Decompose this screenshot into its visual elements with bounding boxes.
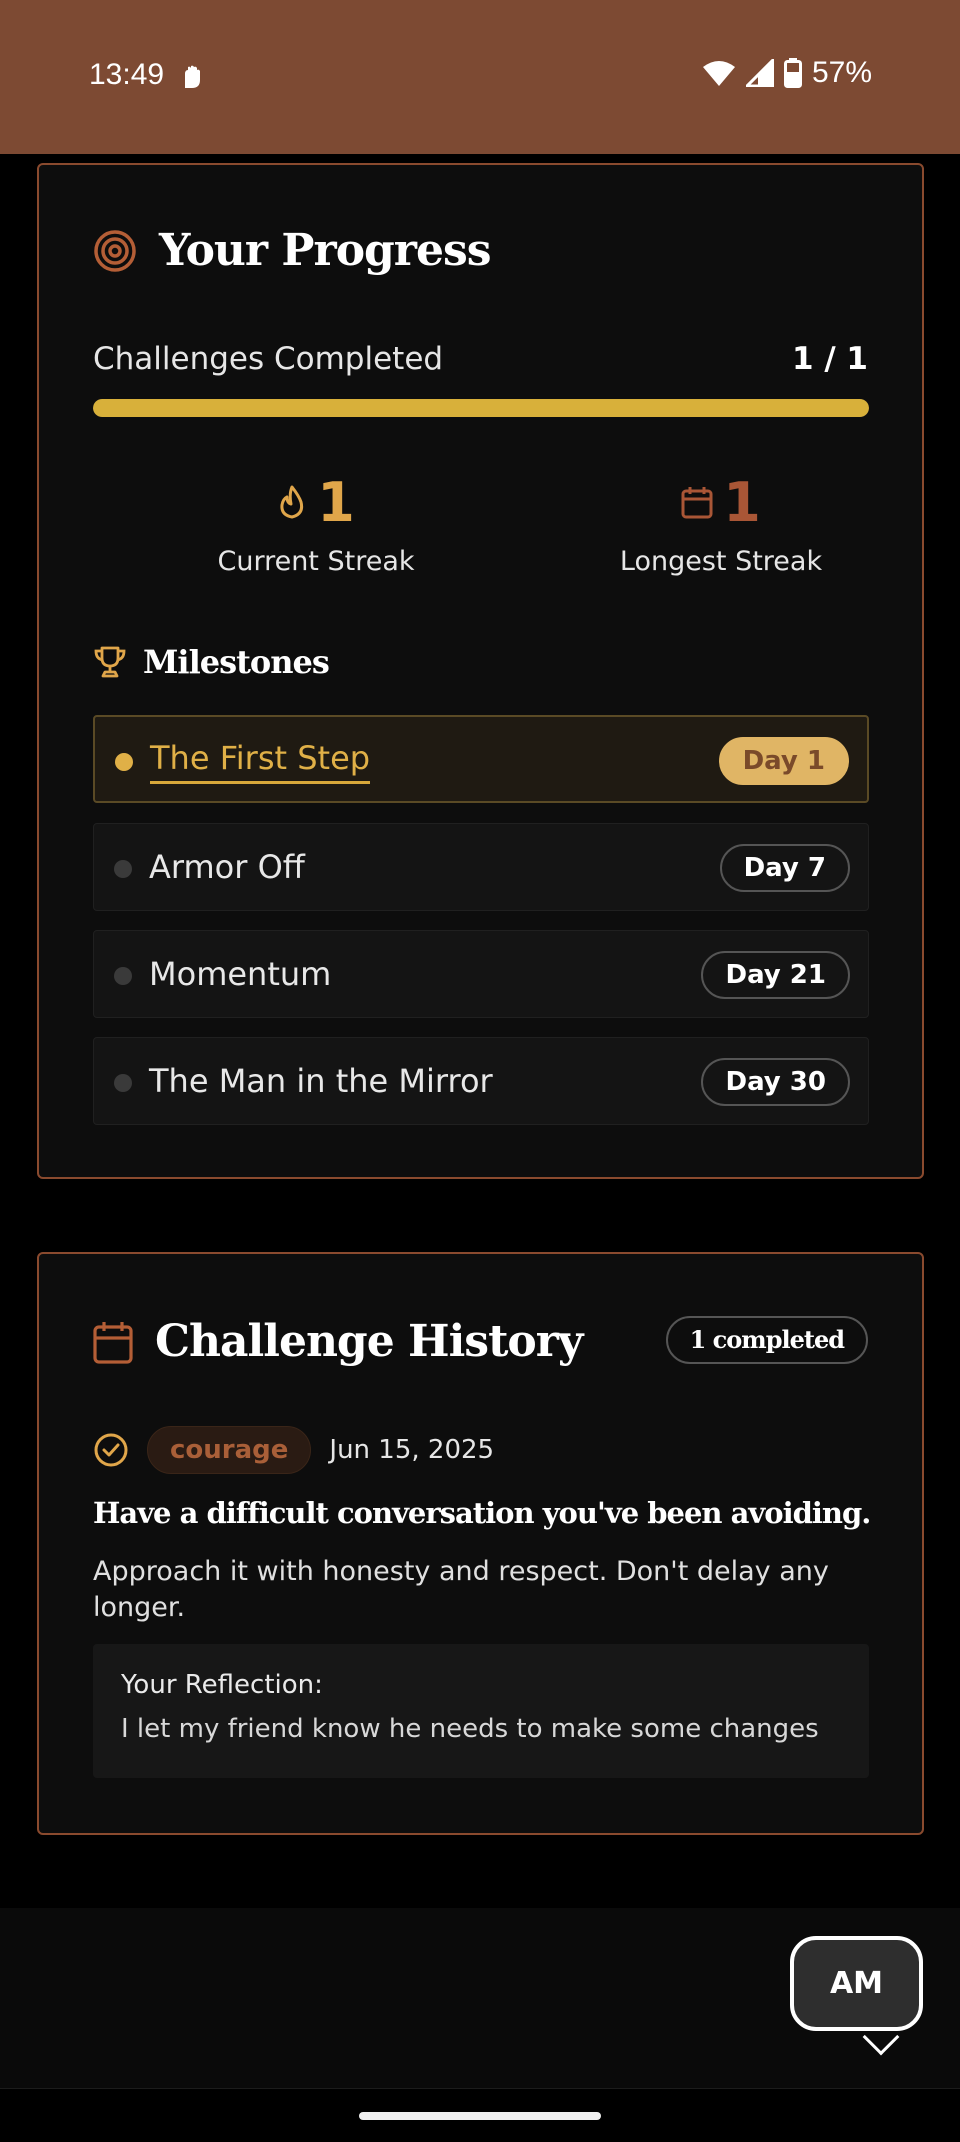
milestones-title: Milestones <box>143 643 330 681</box>
milestone-label: The First Step <box>150 739 371 784</box>
cellular-signal-icon <box>745 59 774 87</box>
home-indicator[interactable] <box>359 2112 601 2120</box>
longest-streak-label: Longest Streak <box>619 546 823 577</box>
avatar-button[interactable]: AM <box>790 1936 923 2031</box>
wifi-icon <box>702 61 735 86</box>
challenges-completed-label: Challenges Completed <box>93 341 444 377</box>
milestone-status-dot <box>114 860 132 878</box>
notification-icon <box>185 65 200 88</box>
longest-streak: 1 Longest Streak <box>571 470 871 578</box>
longest-streak-value: 1 <box>723 470 761 534</box>
status-time: 13:49 <box>89 58 165 91</box>
history-title: Challenge History <box>155 1316 583 1367</box>
milestone-item[interactable]: The Man in the Mirror Day 30 <box>93 1037 869 1125</box>
milestone-label: Armor Off <box>149 848 305 886</box>
completed-count-badge: 1 completed <box>665 1316 868 1364</box>
milestone-label: The Man in the Mirror <box>149 1062 493 1100</box>
battery-icon <box>783 58 802 88</box>
milestone-day-badge: Day 7 <box>719 844 850 892</box>
reflection-box: Your Reflection: I let my friend know he… <box>93 1644 869 1778</box>
history-header: Challenge History <box>93 1316 583 1367</box>
milestone-day-badge: Day 30 <box>701 1058 850 1106</box>
progress-header: Your Progress <box>93 225 492 276</box>
milestone-status-dot <box>114 967 132 985</box>
milestone-label: Momentum <box>149 955 332 993</box>
milestone-day-badge: Day 21 <box>701 951 850 999</box>
history-item-date: Jun 15, 2025 <box>329 1435 495 1465</box>
status-indicators: 57% <box>702 56 872 90</box>
progress-title: Your Progress <box>159 225 492 276</box>
current-streak: 1 Current Streak <box>166 470 466 578</box>
milestones-header: Milestones <box>93 643 330 681</box>
challenges-progress-bar <box>93 399 869 417</box>
milestone-item[interactable]: Armor Off Day 7 <box>93 823 869 911</box>
reflection-text: I let my friend know he needs to make so… <box>121 1714 819 1744</box>
milestone-item[interactable]: The First Step Day 1 <box>93 715 869 803</box>
progress-card: Your Progress Challenges Completed 1 / 1… <box>37 163 924 1179</box>
challenge-history-card: Challenge History 1 completed courage Ju… <box>37 1252 924 1835</box>
battery-percent: 57% <box>811 56 872 89</box>
milestone-day-badge: Day 1 <box>718 737 849 785</box>
calendar-icon <box>681 487 713 519</box>
flame-icon <box>280 485 304 519</box>
reflection-label: Your Reflection: <box>121 1670 323 1700</box>
history-item-meta: courage Jun 15, 2025 <box>93 1426 494 1474</box>
current-streak-value: 1 <box>317 470 355 534</box>
target-icon <box>94 229 136 272</box>
milestone-status-dot <box>114 1074 132 1092</box>
challenges-progress-fill <box>93 399 869 417</box>
history-item-title: Have a difficult conversation you've bee… <box>93 1496 871 1530</box>
category-tag: courage <box>147 1426 312 1474</box>
history-item-description: Approach it with honesty and respect. Do… <box>93 1556 829 1623</box>
calendar-icon <box>93 1321 133 1364</box>
current-streak-label: Current Streak <box>217 546 415 577</box>
milestone-item[interactable]: Momentum Day 21 <box>93 930 869 1018</box>
challenges-completed-count: 1 / 1 <box>791 341 868 377</box>
check-circle-icon <box>94 1433 128 1467</box>
trophy-icon <box>94 646 126 678</box>
milestone-status-dot <box>115 753 133 771</box>
status-bar: 13:49 57% <box>0 0 960 154</box>
